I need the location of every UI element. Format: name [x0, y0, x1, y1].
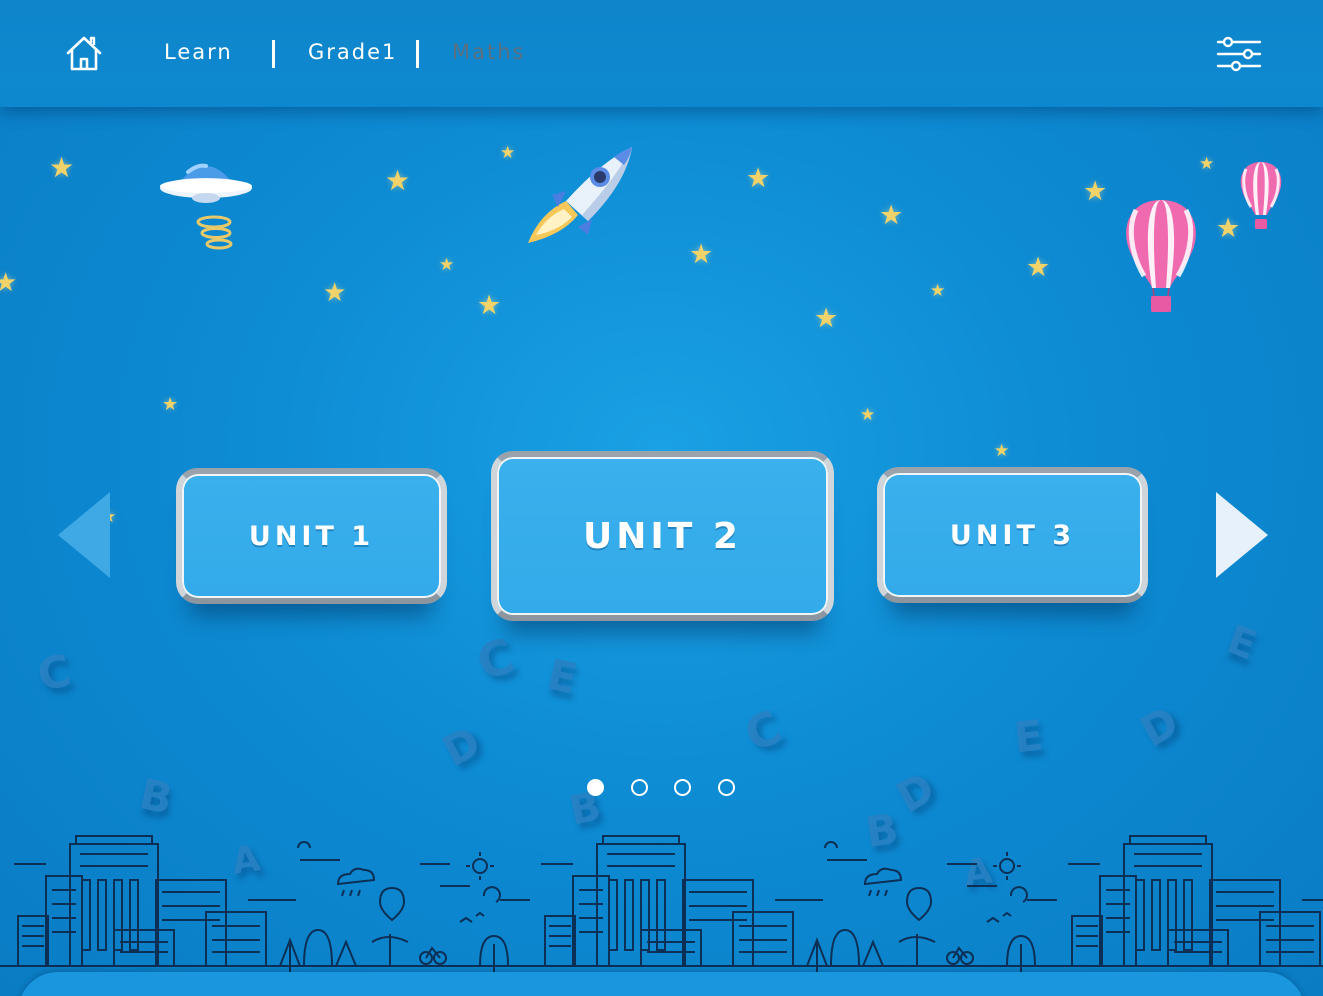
unit-card-label: UNIT 3 [949, 519, 1076, 551]
star-icon: ★ [49, 151, 75, 184]
star-icon: ★ [814, 303, 839, 334]
star-icon: ★ [500, 143, 516, 163]
top-bar: Learn Grade1 Maths [0, 0, 1323, 107]
rocket-icon [528, 147, 632, 243]
ufo-icon [160, 163, 252, 250]
star-icon: ★ [689, 239, 714, 270]
breadcrumb-subject: Maths [452, 40, 526, 64]
unit-card-2[interactable]: UNIT 2 [491, 451, 834, 621]
pager-dot-1[interactable] [587, 779, 604, 796]
unit-card-label: UNIT 2 [583, 515, 742, 557]
decor-letter: C [33, 645, 76, 702]
decor-letter: D [434, 716, 489, 777]
star-icon: ★ [162, 394, 179, 415]
bottom-panel [18, 972, 1305, 996]
chevron-right-icon [1216, 492, 1268, 578]
pager-dot-2[interactable] [631, 779, 648, 796]
breadcrumb-learn[interactable]: Learn [164, 40, 233, 64]
settings-button[interactable] [1214, 34, 1264, 74]
decor-letter: E [543, 649, 582, 704]
decor-letter: E [1220, 616, 1263, 670]
unit-card-label: UNIT 1 [248, 520, 375, 552]
decor-letter: C [736, 699, 790, 763]
pager-dot-3[interactable] [674, 779, 691, 796]
home-button[interactable] [62, 32, 106, 76]
star-icon: ★ [1199, 154, 1215, 174]
home-icon [66, 36, 102, 71]
star-icon: ★ [0, 268, 18, 298]
decor-letter: D [888, 762, 943, 823]
star-icon: ★ [1026, 252, 1051, 283]
previous-arrow-button[interactable] [54, 490, 114, 582]
star-icon: ★ [477, 290, 502, 321]
hot-air-balloon-icon [1126, 200, 1196, 312]
city-skyline-illustration [0, 835, 1323, 973]
decor-letter: B [135, 769, 177, 824]
breadcrumb-grade[interactable]: Grade1 [308, 40, 397, 64]
star-icon: ★ [930, 281, 946, 301]
star-icon: ★ [1083, 176, 1108, 207]
star-icon: ★ [879, 200, 904, 231]
next-arrow-button[interactable] [1212, 490, 1272, 582]
decor-letter: E [1011, 710, 1046, 763]
star-icon: ★ [385, 164, 411, 197]
star-icon: ★ [746, 163, 771, 194]
star-icon: ★ [439, 255, 455, 275]
sliders-icon [1216, 36, 1262, 72]
breadcrumb-separator [272, 40, 275, 68]
decor-letter: D [1132, 696, 1187, 757]
unit-card-3[interactable]: UNIT 3 [877, 467, 1148, 603]
unit-card-1[interactable]: UNIT 1 [176, 468, 447, 604]
chevron-left-icon [58, 492, 110, 578]
star-icon: ★ [860, 405, 876, 425]
breadcrumb-separator [416, 40, 419, 68]
star-icon: ★ [994, 441, 1010, 461]
pager-dot-4[interactable] [718, 779, 735, 796]
star-icon: ★ [323, 278, 347, 308]
hot-air-balloon-icon [1240, 162, 1282, 229]
decor-letter: C [470, 627, 522, 693]
